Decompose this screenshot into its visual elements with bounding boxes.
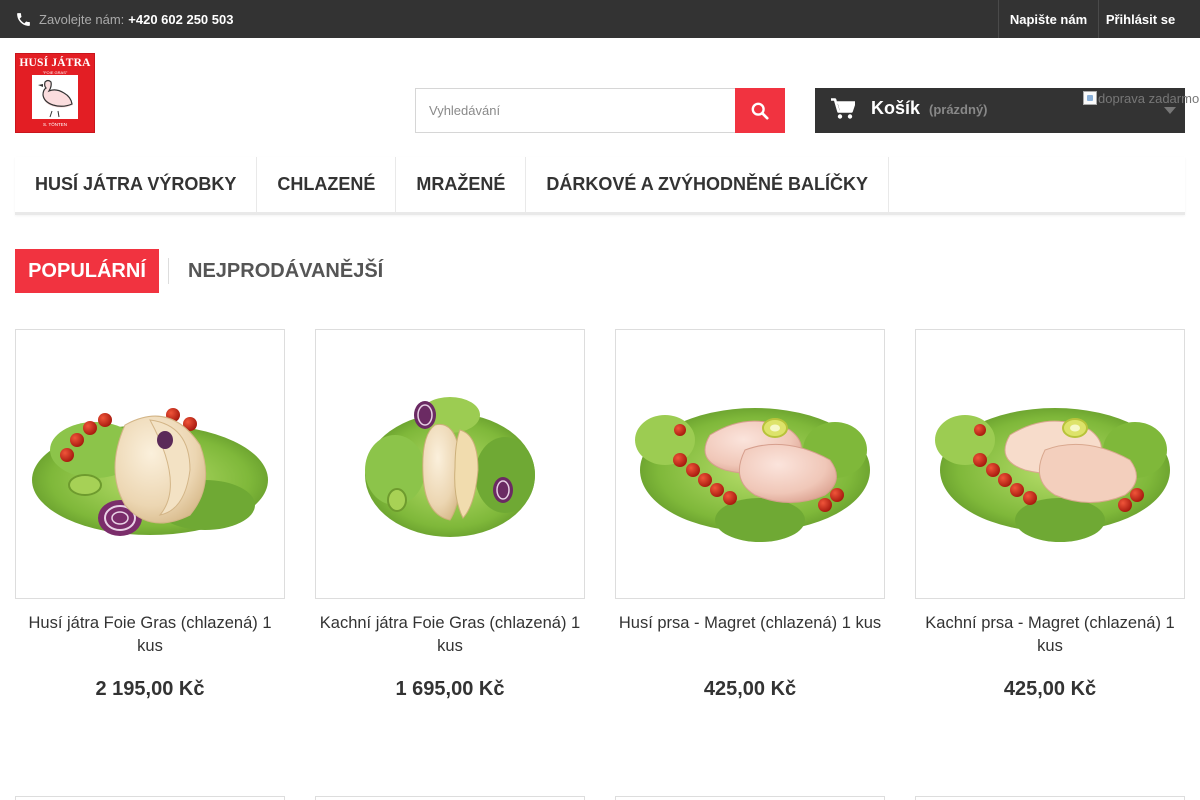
phone-icon — [17, 12, 30, 26]
tab-divider — [168, 258, 169, 284]
product-photo-duck-liver[interactable] — [325, 380, 575, 547]
free-shipping-alt-text: doprava zadarmo — [1098, 91, 1200, 106]
search-bar — [415, 88, 785, 133]
product-price: 1 695,00 Kč — [395, 678, 505, 700]
logo-maker: S. TÖNTEN — [43, 122, 67, 127]
menu-item-husi-jatra-vyrobky[interactable]: HUSÍ JÁTRA VÝROBKY — [15, 157, 258, 212]
write-us-link[interactable]: Napište nám — [998, 0, 1098, 38]
menu-item-darkove-balicky[interactable]: DÁRKOVÉ A ZVÝHODNĚNÉ BALÍČKY — [526, 157, 890, 212]
phone-label: Zavolejte nám: — [39, 11, 125, 27]
search-input[interactable] — [415, 88, 735, 133]
product-price: 2 195,00 Kč — [95, 678, 205, 700]
product-image-frame[interactable] — [315, 329, 585, 599]
goose-icon — [32, 75, 78, 119]
cart-icon — [831, 98, 855, 119]
free-shipping-banner: doprava zadarmo — [1083, 91, 1199, 106]
product-name[interactable]: Husí prsa - Magret (chlazená) 1 kus — [615, 612, 885, 635]
cart-title: Košík — [871, 98, 921, 118]
product-image-frame[interactable] — [915, 329, 1185, 599]
product-image-frame[interactable] — [15, 329, 285, 599]
contact-phone: Zavolejte nám: +420 602 250 503 — [15, 0, 233, 38]
product-name[interactable]: Husí játra Foie Gras (chlazená) 1 kus — [15, 612, 285, 658]
product-name[interactable]: Kachní játra Foie Gras (chlazená) 1 kus — [315, 612, 585, 658]
search-icon — [751, 102, 769, 120]
top-bar: Zavolejte nám: +420 602 250 503 Napište … — [0, 0, 1200, 38]
broken-image-icon — [1083, 91, 1097, 105]
search-button[interactable] — [735, 88, 785, 133]
product-name[interactable]: Kachní prsa - Magret (chlazená) 1 kus — [915, 612, 1185, 658]
logo[interactable]: HUSÍ JÁTRA "FOIE GRAS" S. TÖNTEN — [15, 53, 95, 133]
logo-title: HUSÍ JÁTRA — [19, 57, 91, 69]
product-photo-goose-liver[interactable] — [25, 380, 275, 547]
tab-popular[interactable]: POPULÁRNÍ — [15, 249, 159, 293]
menu-item-chlazene[interactable]: CHLAZENÉ — [257, 157, 397, 212]
product-image-frame[interactable] — [615, 329, 885, 599]
tab-bestsellers[interactable]: NEJPRODÁVANĚJŠÍ — [188, 249, 383, 293]
chevron-down-icon[interactable] — [1164, 107, 1176, 114]
product-card-next-row[interactable] — [615, 796, 885, 800]
product-price: 425,00 Kč — [1003, 678, 1097, 700]
main-menu: HUSÍ JÁTRA VÝROBKY CHLAZENÉ MRAŽENÉ DÁRK… — [15, 157, 1185, 215]
product-card-next-row[interactable] — [915, 796, 1185, 800]
cart-status: (prázdný) — [929, 102, 988, 117]
menu-item-mrazene[interactable]: MRAŽENÉ — [396, 157, 527, 212]
product-price: 425,00 Kč — [703, 678, 797, 700]
phone-number[interactable]: +420 602 250 503 — [128, 12, 233, 27]
login-link[interactable]: Přihlásit se — [1098, 0, 1182, 38]
product-card-next-row[interactable] — [15, 796, 285, 800]
product-photo-goose-breast[interactable] — [625, 380, 875, 547]
product-card-next-row[interactable] — [315, 796, 585, 800]
product-photo-duck-breast[interactable] — [925, 380, 1175, 547]
